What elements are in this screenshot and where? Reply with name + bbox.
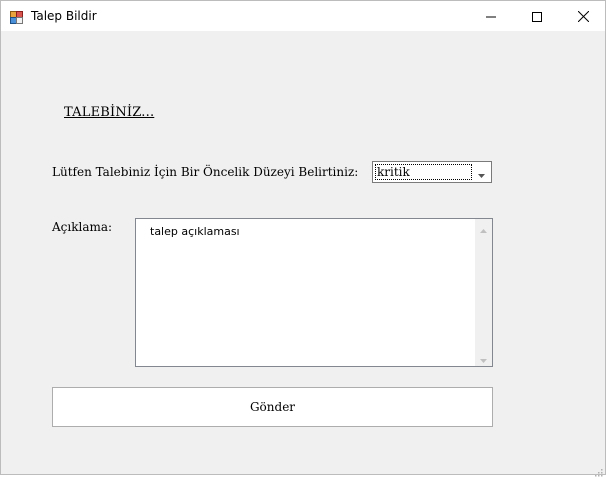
app-icon xyxy=(10,9,23,24)
minimize-icon xyxy=(486,7,496,26)
scroll-down-arrow-icon xyxy=(480,348,487,367)
scroll-down-button[interactable] xyxy=(475,349,492,366)
minimize-button[interactable] xyxy=(468,1,514,31)
scroll-up-arrow-icon xyxy=(480,218,487,237)
talep-bildir-window: Talep Bildir TALEBİNİZ... Lütfen Talebin… xyxy=(0,0,606,477)
description-scrollbar[interactable] xyxy=(475,219,492,366)
priority-label: Lütfen Talebiniz İçin Bir Öncelik Düzeyi… xyxy=(52,165,359,179)
window-title: Talep Bildir xyxy=(31,9,97,23)
chevron-down-icon xyxy=(478,163,485,182)
description-text: talep açıklaması xyxy=(150,225,240,238)
scroll-up-button[interactable] xyxy=(475,219,492,236)
priority-combobox[interactable]: kritik xyxy=(372,161,492,183)
priority-dropdown-button[interactable] xyxy=(473,163,490,181)
close-icon xyxy=(577,7,589,26)
title-bar[interactable]: Talep Bildir xyxy=(1,1,605,31)
description-label: Açıklama: xyxy=(52,220,113,234)
maximize-button[interactable] xyxy=(514,1,560,31)
resize-grip-icon[interactable] xyxy=(593,462,603,477)
submit-button[interactable]: Gönder xyxy=(52,387,493,427)
priority-selected-value: kritik xyxy=(375,164,472,180)
close-button[interactable] xyxy=(560,1,606,31)
form-heading: TALEBİNİZ... xyxy=(64,105,155,120)
description-textarea[interactable]: talep açıklaması xyxy=(135,218,493,367)
maximize-icon xyxy=(532,7,542,26)
